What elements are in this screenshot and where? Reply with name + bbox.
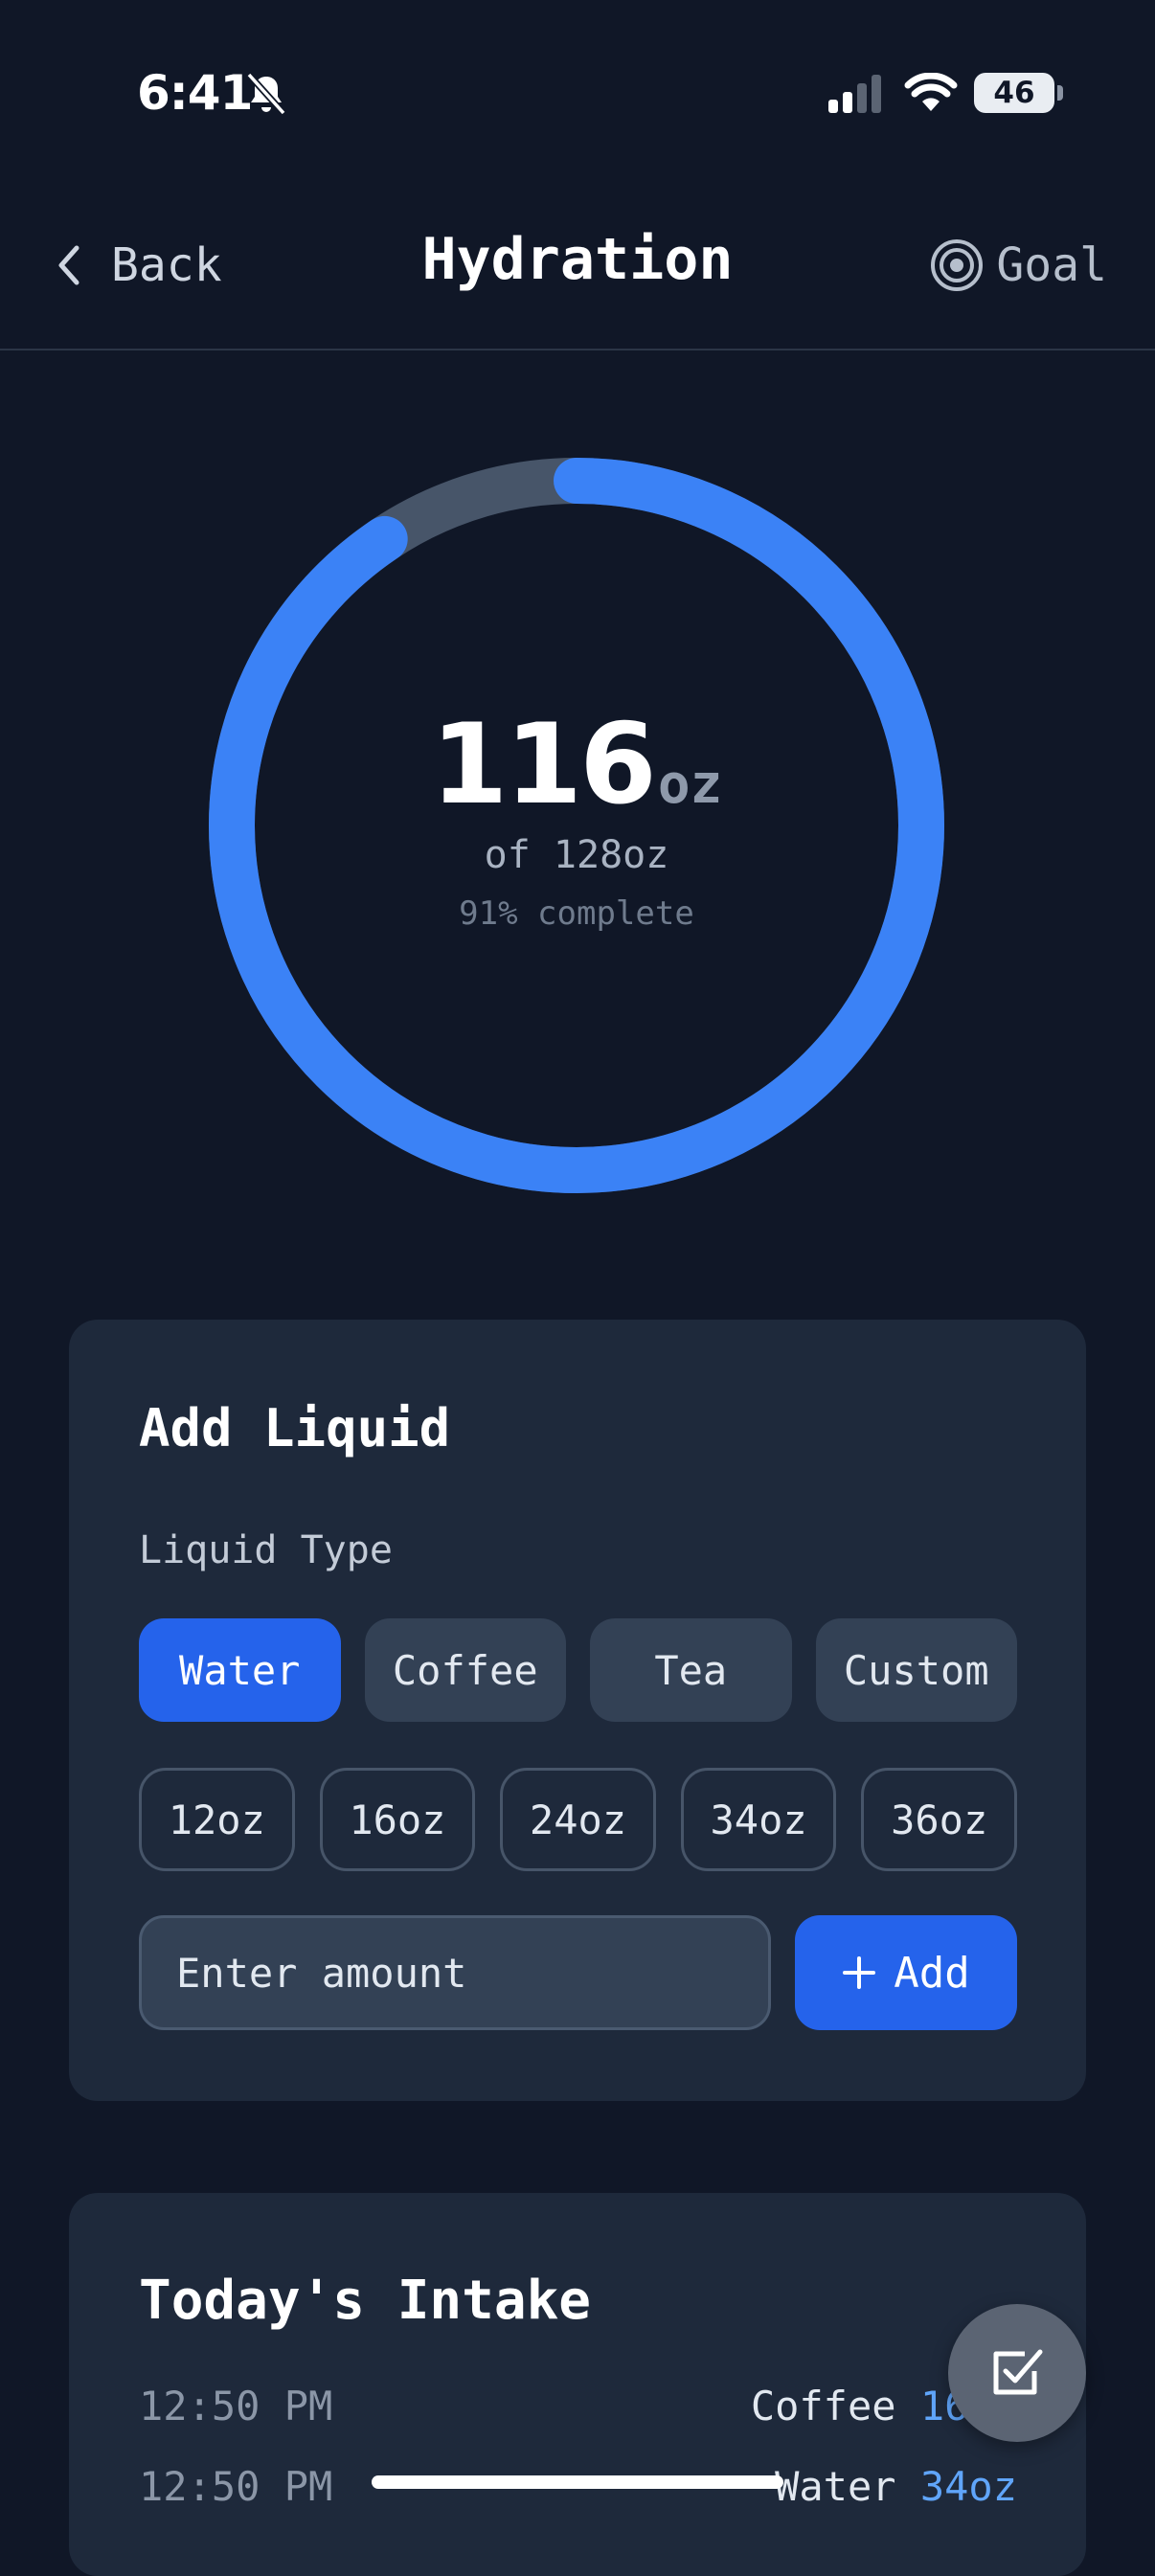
goal-button[interactable]: Goal (929, 232, 1107, 299)
liquid-type-custom-button[interactable]: Custom (815, 1618, 1017, 1722)
goal-amount-text: of 128oz (484, 832, 669, 877)
todays-intake-card: Today's Intake 12:50 PM Coffee 16oz 12:5… (69, 2193, 1086, 2576)
intake-name: Coffee (750, 2382, 896, 2429)
wifi-icon (904, 73, 958, 111)
status-bar: 6:41 46 (0, 0, 1155, 182)
todays-intake-title: Today's Intake (139, 2270, 592, 2332)
intake-name: Water (775, 2462, 896, 2510)
size-16oz-button[interactable]: 16oz (319, 1768, 476, 1871)
current-amount-value: 116 (430, 699, 657, 829)
battery-icon: 46 (974, 73, 1054, 113)
intake-detail: Water 34oz (775, 2463, 1017, 2510)
checklist-fab[interactable] (948, 2304, 1086, 2442)
liquid-type-label: Liquid Type (139, 1528, 393, 1572)
add-button-label: Add (894, 1948, 970, 1998)
size-24oz-button[interactable]: 24oz (500, 1768, 656, 1871)
current-amount: 116 oz (431, 700, 723, 829)
liquid-type-coffee-button[interactable]: Coffee (364, 1618, 566, 1722)
intake-time: 12:50 PM (139, 2462, 333, 2510)
add-liquid-title: Add Liquid (139, 1398, 451, 1458)
intake-amount: 34oz (919, 2462, 1017, 2510)
liquid-type-water-button[interactable]: Water (139, 1618, 341, 1722)
nav-header: Back Hydration Goal (0, 192, 1155, 350)
liquid-type-tea-button[interactable]: Tea (590, 1618, 792, 1722)
home-indicator[interactable] (372, 2475, 783, 2489)
size-34oz-button[interactable]: 34oz (680, 1768, 837, 1871)
cellular-signal-icon (828, 75, 881, 113)
quick-size-options: 12oz 16oz 24oz 34oz 36oz (139, 1768, 1017, 1871)
size-36oz-button[interactable]: 36oz (861, 1768, 1017, 1871)
current-amount-unit: oz (657, 753, 723, 816)
size-12oz-button[interactable]: 12oz (139, 1768, 295, 1871)
amount-input[interactable] (139, 1915, 771, 2030)
percent-complete-text: 91% complete (459, 893, 694, 933)
battery-tip (1057, 85, 1063, 101)
intake-time: 12:50 PM (139, 2382, 333, 2429)
target-icon (931, 239, 984, 291)
progress-summary: 116 oz of 128oz 91% complete (207, 456, 946, 1195)
goal-label: Goal (996, 238, 1107, 292)
intake-entry: 12:50 PM Coffee 16oz (139, 2377, 1017, 2434)
liquid-type-selector: Water Coffee Tea Custom (139, 1618, 1017, 1722)
add-liquid-card: Add Liquid Liquid Type Water Coffee Tea … (69, 1320, 1086, 2101)
battery-level: 46 (993, 76, 1035, 110)
add-button[interactable]: Add (795, 1915, 1017, 2030)
status-time: 6:41 (137, 65, 253, 121)
checkbox-icon (993, 2349, 1043, 2395)
plus-icon (843, 1956, 876, 1989)
bell-slash-icon (246, 72, 286, 116)
